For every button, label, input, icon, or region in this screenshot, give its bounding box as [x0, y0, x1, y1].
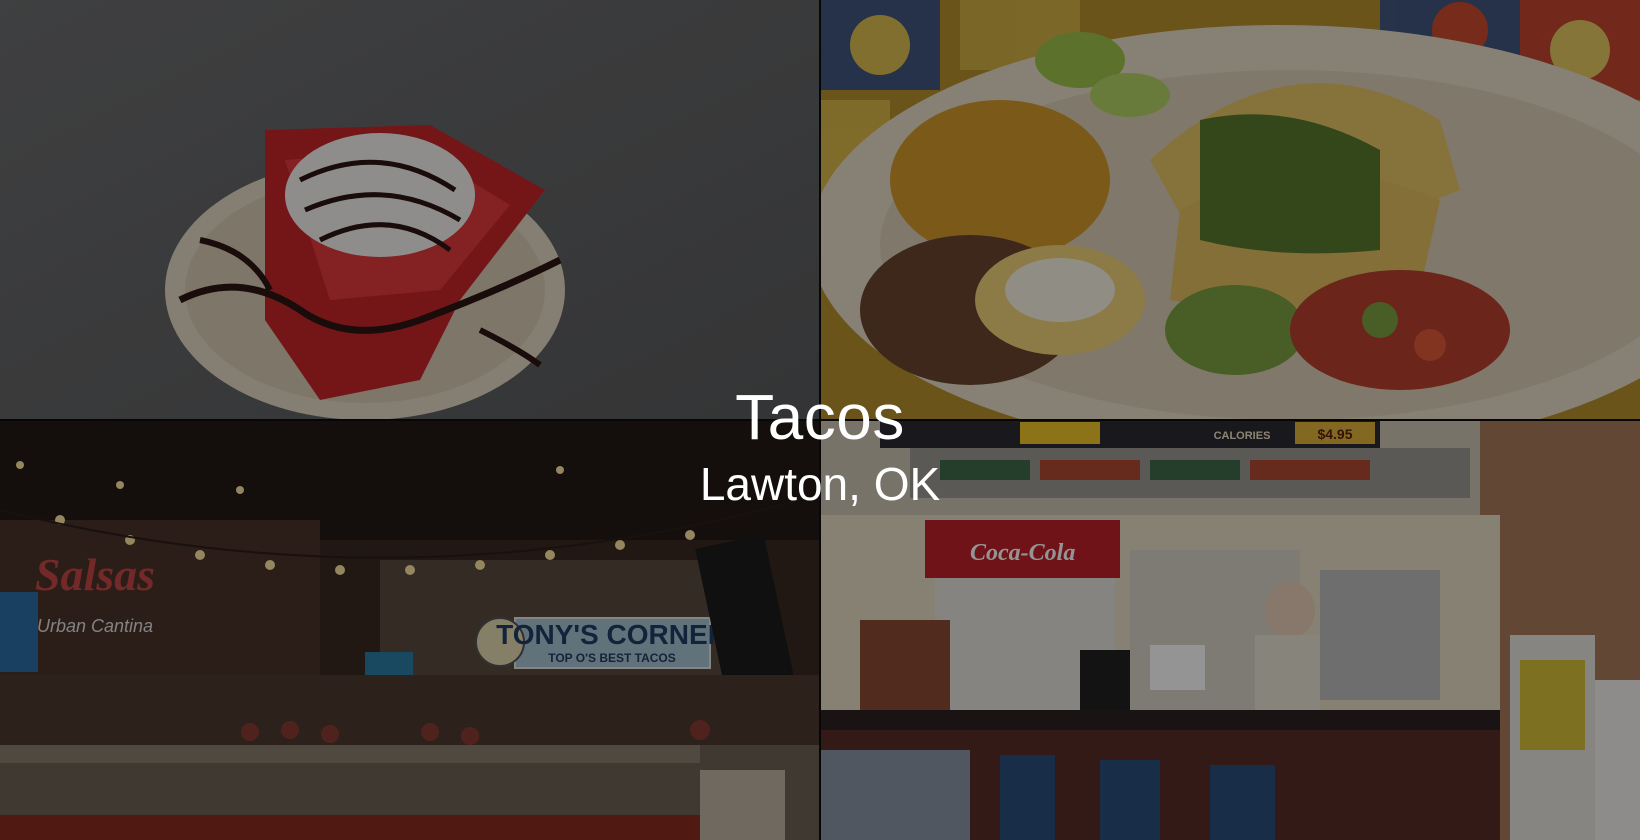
photo-taco-plate	[820, 0, 1640, 420]
neon-sign: Salsas	[35, 549, 155, 600]
coca-cola-logo: Coca-Cola	[970, 540, 1075, 566]
tonys-corner-subsign: TOP O'S BEST TACOS	[548, 651, 676, 665]
caption: Tacos Lawton, OK	[0, 378, 1640, 512]
photo-collage: TONY'S CORNER TOP O'S BEST TACOS Salsas …	[0, 0, 1640, 840]
page-subtitle: Lawton, OK	[699, 458, 941, 510]
photo-dessert	[0, 0, 820, 420]
tonys-corner-sign: TONY'S CORNER	[496, 619, 728, 650]
neon-subsign: Urban Cantina	[37, 616, 153, 636]
page-title: Tacos	[735, 381, 905, 453]
